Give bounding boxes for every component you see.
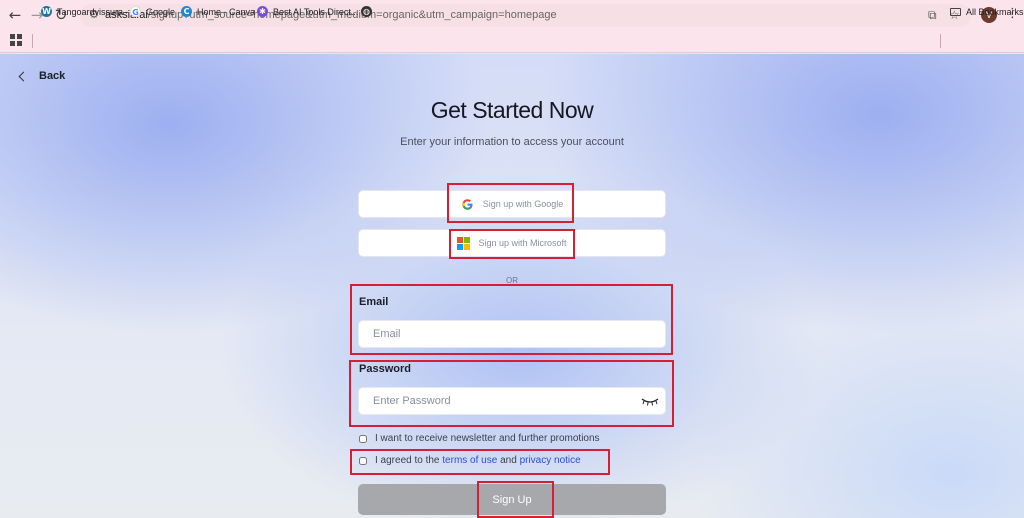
install-app-icon[interactable]: ⧉ (928, 7, 937, 23)
chevron-left-icon (18, 71, 29, 81)
apps-grid-icon[interactable] (10, 34, 22, 46)
back-arrow-icon[interactable]: ← (6, 6, 24, 24)
back-link[interactable]: Back (18, 70, 66, 82)
bookmarks-bar (0, 30, 1024, 53)
agree-prefix: I agreed to the (375, 455, 440, 466)
email-input[interactable] (358, 320, 666, 348)
bookmark-globe[interactable]: ◍ (361, 4, 377, 19)
wordpress-icon: W (41, 6, 52, 17)
terms-of-use-link[interactable]: terms of use (442, 455, 497, 466)
microsoft-logo-icon (457, 237, 470, 250)
signup-page: Back Get Started Now Enter your informat… (0, 54, 1024, 518)
bookmarks-divider (940, 34, 941, 48)
bookmark-label: Best AI Tools Direct... (273, 6, 359, 17)
all-bookmarks[interactable]: All Bookmarks (950, 4, 1024, 19)
microsoft-signup-button[interactable]: Sign up with Microsoft (358, 229, 666, 257)
or-divider: OR (506, 276, 518, 285)
password-input[interactable] (358, 387, 666, 415)
back-label: Back (39, 70, 66, 82)
canva-icon: C (181, 6, 192, 17)
password-label: Password (359, 363, 411, 375)
bookmark-google[interactable]: G Google (130, 4, 175, 19)
bookmark-canva[interactable]: C Home - Canva (181, 4, 255, 19)
ai-tools-icon: ✱ (257, 6, 268, 17)
folder-icon (950, 7, 961, 16)
all-bookmarks-label: All Bookmarks (966, 6, 1024, 17)
and-text: and (500, 455, 517, 466)
bookmarks-divider (32, 34, 33, 48)
globe-icon: ◍ (361, 6, 372, 17)
google-signup-label: Sign up with Google (482, 199, 564, 209)
microsoft-signup-label: Sign up with Microsoft (478, 238, 567, 248)
google-logo-icon (462, 198, 473, 210)
signup-button[interactable]: Sign Up (358, 484, 666, 515)
bookmark-tangoardvissura[interactable]: W Tangoardvissura - (41, 4, 129, 19)
newsletter-checkbox-row[interactable]: I want to receive newsletter and further… (358, 433, 600, 444)
google-signup-button[interactable]: Sign up with Google (358, 190, 666, 218)
privacy-notice-link[interactable]: privacy notice (520, 455, 581, 466)
bookmark-label: Home - Canva (197, 6, 256, 17)
newsletter-checkbox[interactable] (359, 434, 367, 443)
bookmark-label: Tangoardvissura - (57, 6, 129, 17)
newsletter-label: I want to receive newsletter and further… (375, 433, 600, 444)
google-icon: G (130, 6, 141, 17)
terms-checkbox[interactable] (359, 456, 367, 465)
page-title: Get Started Now (430, 97, 594, 123)
eye-closed-icon[interactable] (641, 398, 659, 406)
bookmark-ai-tools[interactable]: ✱ Best AI Tools Direct... (257, 4, 358, 19)
bookmark-label: Google (146, 6, 176, 17)
email-label: Email (359, 296, 389, 308)
terms-checkbox-row: I agreed to the terms of use and privacy… (358, 455, 581, 466)
page-subtitle: Enter your information to access your ac… (400, 136, 624, 148)
